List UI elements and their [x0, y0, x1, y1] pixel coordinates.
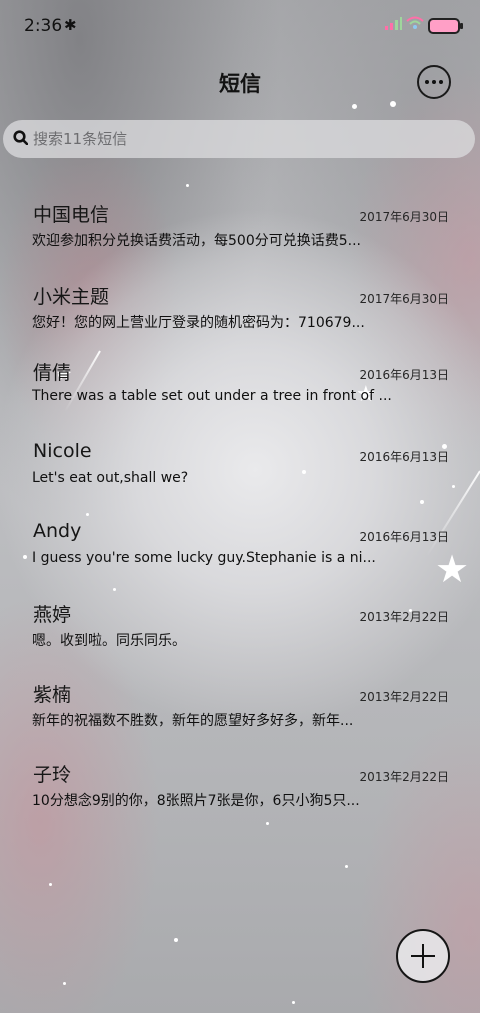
page-title: 短信	[219, 72, 261, 96]
sparkle	[390, 101, 396, 107]
sender-name: Nicole	[33, 440, 92, 462]
sender-name: 小米主题	[33, 286, 110, 308]
message-date: 2013年2月22日	[359, 770, 449, 784]
search-icon	[13, 130, 28, 145]
message-item-yanting[interactable]: 燕婷 2013年2月22日 嗯。收到啦。同乐同乐。	[0, 588, 480, 668]
sparkle	[49, 883, 52, 886]
message-preview: 嗯。收到啦。同乐同乐。	[32, 633, 186, 649]
more-options-button[interactable]	[417, 65, 451, 99]
message-date: 2016年6月13日	[359, 368, 449, 382]
sender-name: 紫楠	[33, 684, 72, 706]
message-date: 2013年2月22日	[359, 610, 449, 624]
sender-name: 燕婷	[33, 604, 72, 626]
more-options-icon	[439, 80, 443, 84]
sparkle	[345, 865, 348, 868]
sparkle	[174, 938, 178, 942]
message-date: 2017年6月30日	[359, 292, 449, 306]
message-preview: There was a table set out under a tree i…	[32, 388, 392, 404]
message-date: 2013年2月22日	[359, 690, 449, 704]
message-date: 2016年6月13日	[359, 530, 449, 544]
sparkle	[352, 104, 357, 109]
sender-name: 中国电信	[33, 204, 110, 226]
message-preview: 10分想念9别的你，8张照片7张是你，6只小狗5只...	[32, 793, 360, 809]
message-item-china-telecom[interactable]: 中国电信 2017年6月30日 欢迎参加积分兑换话费活动，每500分可兑换话费5…	[0, 188, 480, 268]
message-item-nicole[interactable]: Nicole 2016年6月13日 Let's eat out,shall we…	[0, 428, 480, 508]
sender-name: Andy	[33, 520, 82, 542]
clock: 2:36	[24, 16, 63, 36]
message-item-zinan[interactable]: 紫楠 2013年2月22日 新年的祝福数不胜数，新年的愿望好多好多，新年...	[0, 668, 480, 748]
new-message-button[interactable]	[396, 929, 450, 983]
sparkle	[186, 184, 189, 187]
message-preview: I guess you're some lucky guy.Stephanie …	[32, 550, 376, 566]
message-preview: 欢迎参加积分兑换话费活动，每500分可兑换话费5...	[32, 233, 361, 249]
message-item-qianqian[interactable]: 倩倩 2016年6月13日 There was a table set out …	[0, 346, 480, 426]
more-options-icon	[425, 80, 429, 84]
search-bar[interactable]: 搜索11条短信	[3, 120, 475, 158]
sender-name: 子玲	[33, 764, 72, 786]
message-item-ziling[interactable]: 子玲 2013年2月22日 10分想念9别的你，8张照片7张是你，6只小狗5只.…	[0, 748, 480, 828]
search-input[interactable]: 搜索11条短信	[33, 127, 453, 151]
battery-icon	[428, 18, 463, 34]
bluetooth-icon: ✱	[64, 16, 77, 34]
message-item-andy[interactable]: Andy 2016年6月13日 I guess you're some luck…	[0, 508, 480, 588]
signal-icon	[385, 17, 402, 30]
message-preview: Let's eat out,shall we?	[32, 470, 189, 486]
wifi-icon	[406, 16, 424, 29]
message-date: 2017年6月30日	[359, 210, 449, 224]
sparkle	[63, 982, 66, 985]
plus-icon	[411, 955, 435, 957]
more-options-icon	[432, 80, 436, 84]
message-item-xiaomi-theme[interactable]: 小米主题 2017年6月30日 您好！您的网上营业厅登录的随机密码为：71067…	[0, 270, 480, 350]
message-date: 2016年6月13日	[359, 450, 449, 464]
sparkle	[292, 1001, 295, 1004]
message-preview: 新年的祝福数不胜数，新年的愿望好多好多，新年...	[32, 713, 354, 729]
status-bar: 2:36 ✱	[0, 0, 480, 52]
sender-name: 倩倩	[33, 362, 72, 384]
message-preview: 您好！您的网上营业厅登录的随机密码为：710679...	[32, 315, 365, 331]
